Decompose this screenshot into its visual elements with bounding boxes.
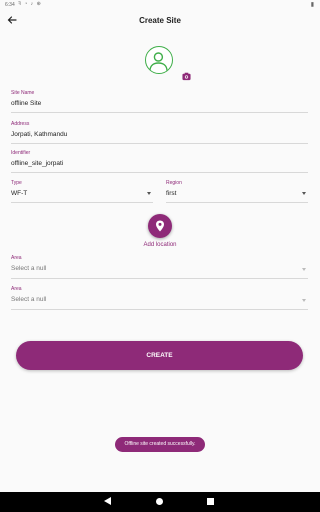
- toast-message: Offline site created successfully.: [115, 437, 205, 452]
- site-name-field[interactable]: Site Name offline Site: [11, 90, 308, 113]
- divider: [11, 202, 153, 203]
- type-value: WF-T: [11, 190, 28, 197]
- area-placeholder: Select a null: [11, 296, 47, 303]
- type-label: Type: [11, 180, 22, 186]
- page-title: Create Site: [139, 16, 181, 25]
- nav-recents-icon[interactable]: [207, 498, 214, 505]
- status-time: 6:34: [5, 2, 15, 8]
- address-label: Address: [11, 121, 30, 127]
- region-value: first: [166, 190, 177, 197]
- divider: [11, 172, 308, 173]
- add-location-button[interactable]: [148, 214, 172, 238]
- battery-icon: ▮: [310, 2, 314, 8]
- region-label: Region: [166, 180, 182, 186]
- nav-home-icon[interactable]: [156, 498, 163, 505]
- add-location-label[interactable]: Add location: [0, 242, 320, 248]
- area-placeholder: Select a null: [11, 265, 47, 272]
- navigation-bar: [0, 492, 320, 512]
- identifier-input[interactable]: offline_site_jorpati: [11, 160, 308, 167]
- chevron-down-icon: [302, 268, 306, 271]
- chevron-down-icon: [302, 192, 306, 195]
- area-label: Area: [11, 286, 22, 292]
- notification-icons: ꟻ ◔ ♪ ⊕: [18, 1, 42, 7]
- chevron-down-icon: [147, 192, 151, 195]
- address-field[interactable]: Address Jorpati, Kathmandu: [11, 121, 308, 144]
- divider: [166, 202, 308, 203]
- type-dropdown[interactable]: Type WF-T: [11, 180, 153, 203]
- identifier-field[interactable]: Identifier offline_site_jorpati: [11, 150, 308, 173]
- area-dropdown-1[interactable]: Area Select a null: [11, 255, 308, 279]
- status-bar: 6:34 ꟻ ◔ ♪ ⊕ ▮: [0, 0, 320, 10]
- location-pin-icon: [156, 220, 164, 232]
- camera-icon[interactable]: [182, 72, 191, 81]
- area-dropdown-2[interactable]: Area Select a null: [11, 286, 308, 310]
- site-name-label: Site Name: [11, 90, 35, 96]
- area-label: Area: [11, 255, 22, 261]
- person-icon: [149, 52, 168, 72]
- avatar[interactable]: [145, 46, 173, 74]
- nav-back-icon[interactable]: [104, 497, 111, 505]
- address-input[interactable]: Jorpati, Kathmandu: [11, 131, 308, 138]
- divider: [11, 143, 308, 144]
- divider: [11, 278, 308, 279]
- divider: [11, 112, 308, 113]
- chevron-down-icon: [302, 299, 306, 302]
- app-bar: Create Site: [0, 10, 320, 32]
- site-name-input[interactable]: offline Site: [11, 100, 308, 107]
- region-dropdown[interactable]: Region first: [166, 180, 308, 203]
- identifier-label: Identifier: [11, 150, 31, 156]
- divider: [11, 309, 308, 310]
- create-button[interactable]: CREATE: [16, 341, 303, 370]
